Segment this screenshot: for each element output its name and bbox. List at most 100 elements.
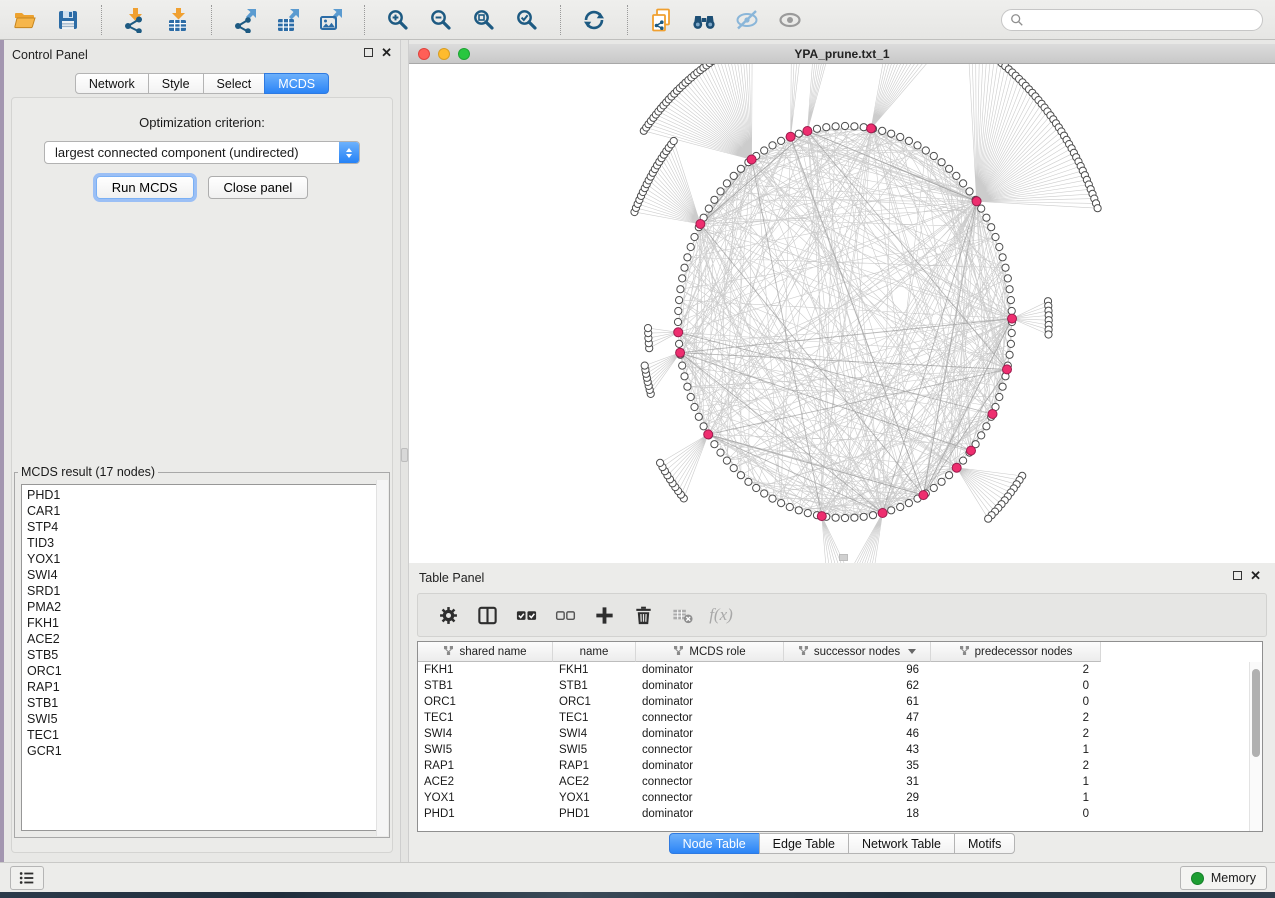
table-cell: 47 [784, 710, 931, 726]
task-history-button[interactable] [10, 866, 44, 890]
zoom-in-icon[interactable] [385, 7, 411, 33]
tab-network-table[interactable]: Network Table [848, 833, 955, 854]
control-panel-tabs: NetworkStyleSelectMCDS [4, 73, 400, 94]
tab-network[interactable]: Network [75, 73, 149, 94]
network-window-titlebar[interactable]: YPA_prune.txt_1 [409, 44, 1275, 64]
mcds-node-item[interactable]: GCR1 [27, 743, 382, 759]
network-canvas[interactable] [409, 64, 1275, 563]
refresh-icon[interactable] [581, 7, 607, 33]
tab-mcds[interactable]: MCDS [264, 73, 329, 94]
add-column-icon[interactable] [592, 603, 616, 627]
run-mcds-button[interactable]: Run MCDS [96, 176, 194, 199]
tab-motifs[interactable]: Motifs [954, 833, 1015, 854]
mcds-node-item[interactable]: RAP1 [27, 679, 382, 695]
float-table-panel-icon[interactable] [1233, 571, 1242, 580]
save-session-icon[interactable] [55, 7, 81, 33]
clone-network-icon[interactable] [648, 7, 674, 33]
mcds-list-scrollbar[interactable] [376, 480, 388, 836]
close-panel-button[interactable]: Close panel [208, 176, 309, 199]
search-input[interactable] [1030, 13, 1254, 27]
column-header-name[interactable]: name [553, 642, 636, 662]
mcds-node-item[interactable]: SWI5 [27, 711, 382, 727]
table-scrollbar[interactable] [1249, 662, 1262, 831]
table-row[interactable]: SWI4SWI4dominator462 [418, 726, 1262, 742]
tab-node-table[interactable]: Node Table [669, 833, 760, 854]
table-cell: ORC1 [553, 694, 636, 710]
table-cell: dominator [636, 806, 784, 822]
table-row[interactable]: ORC1ORC1dominator610 [418, 694, 1262, 710]
table-cell: TEC1 [553, 710, 636, 726]
mcds-node-item[interactable]: YOX1 [27, 551, 382, 567]
mcds-node-item[interactable]: ACE2 [27, 631, 382, 647]
split-view-icon[interactable] [475, 603, 499, 627]
splitter-grip[interactable] [401, 448, 408, 462]
table-row[interactable]: PHD1PHD1dominator180 [418, 806, 1262, 822]
mcds-node-item[interactable]: PMA2 [27, 599, 382, 615]
toolbar-separator [211, 5, 212, 35]
panel-splitter[interactable] [400, 40, 409, 862]
export-network-icon[interactable] [232, 7, 258, 33]
delete-column-icon[interactable] [631, 603, 655, 627]
mcds-node-item[interactable]: PHD1 [27, 487, 382, 503]
search-box[interactable] [1001, 9, 1263, 31]
table-cell: ORC1 [418, 694, 553, 710]
table-row[interactable]: FKH1FKH1dominator962 [418, 662, 1262, 678]
canvas-grip[interactable] [839, 554, 848, 561]
optimization-criterion-select[interactable]: largest connected component (undirected) [44, 141, 360, 164]
open-session-icon[interactable] [12, 7, 38, 33]
table-scrollbar-thumb[interactable] [1252, 669, 1260, 757]
mcds-node-item[interactable]: FKH1 [27, 615, 382, 631]
column-header-mcds-role[interactable]: MCDS role [636, 642, 784, 662]
select-all-icon[interactable] [514, 603, 538, 627]
table-panel-title: Table Panel [419, 571, 484, 585]
mcds-node-item[interactable]: STP4 [27, 519, 382, 535]
export-table-icon[interactable] [275, 7, 301, 33]
table-cell: 62 [784, 678, 931, 694]
table-cell: 96 [784, 662, 931, 678]
table-cell: SWI4 [553, 726, 636, 742]
export-image-icon[interactable] [318, 7, 344, 33]
tab-select[interactable]: Select [203, 73, 266, 94]
column-header-predecessor-nodes[interactable]: predecessor nodes [931, 642, 1101, 662]
zoom-fit-icon[interactable] [471, 7, 497, 33]
show-all-icon[interactable] [777, 7, 803, 33]
optimization-criterion-value: largest connected component (undirected) [55, 145, 299, 160]
hide-selected-icon[interactable] [734, 7, 760, 33]
mcds-node-item[interactable]: TEC1 [27, 727, 382, 743]
zoom-selected-icon[interactable] [514, 7, 540, 33]
table-row[interactable]: YOX1YOX1connector291 [418, 790, 1262, 806]
mcds-node-item[interactable]: SWI4 [27, 567, 382, 583]
app-toolbar [0, 0, 1275, 40]
tab-edge-table[interactable]: Edge Table [759, 833, 849, 854]
select-stepper-icon [339, 142, 359, 163]
settings-gear-icon[interactable] [436, 603, 460, 627]
mcds-node-item[interactable]: SRD1 [27, 583, 382, 599]
mcds-result-list[interactable]: PHD1CAR1STP4TID3YOX1SWI4SRD1PMA2FKH1ACE2… [21, 484, 383, 831]
mcds-node-item[interactable]: CAR1 [27, 503, 382, 519]
table-cell: PHD1 [553, 806, 636, 822]
close-table-panel-icon[interactable]: ✕ [1250, 570, 1261, 581]
table-row[interactable]: RAP1RAP1dominator352 [418, 758, 1262, 774]
column-header-successor-nodes[interactable]: successor nodes [784, 642, 931, 662]
table-row[interactable]: STB1STB1dominator620 [418, 678, 1262, 694]
close-panel-icon[interactable]: ✕ [381, 47, 392, 58]
mcds-node-item[interactable]: ORC1 [27, 663, 382, 679]
zoom-out-icon[interactable] [428, 7, 454, 33]
float-panel-icon[interactable] [364, 48, 373, 57]
mcds-node-item[interactable]: STB1 [27, 695, 382, 711]
mcds-node-item[interactable]: TID3 [27, 535, 382, 551]
node-table-body: FKH1FKH1dominator962STB1STB1dominator620… [418, 662, 1262, 822]
import-network-icon[interactable] [122, 7, 148, 33]
table-row[interactable]: SWI5SWI5connector431 [418, 742, 1262, 758]
table-row[interactable]: TEC1TEC1connector472 [418, 710, 1262, 726]
mcds-node-item[interactable]: STB5 [27, 647, 382, 663]
table-cell: PHD1 [418, 806, 553, 822]
memory-button[interactable]: Memory [1180, 866, 1267, 890]
search-neighbors-icon[interactable] [691, 7, 717, 33]
column-header-shared-name[interactable]: shared name [418, 642, 553, 662]
import-table-icon[interactable] [165, 7, 191, 33]
tab-style[interactable]: Style [148, 73, 204, 94]
control-panel-title: Control Panel [12, 48, 88, 62]
deselect-all-icon[interactable] [553, 603, 577, 627]
table-row[interactable]: ACE2ACE2connector311 [418, 774, 1262, 790]
